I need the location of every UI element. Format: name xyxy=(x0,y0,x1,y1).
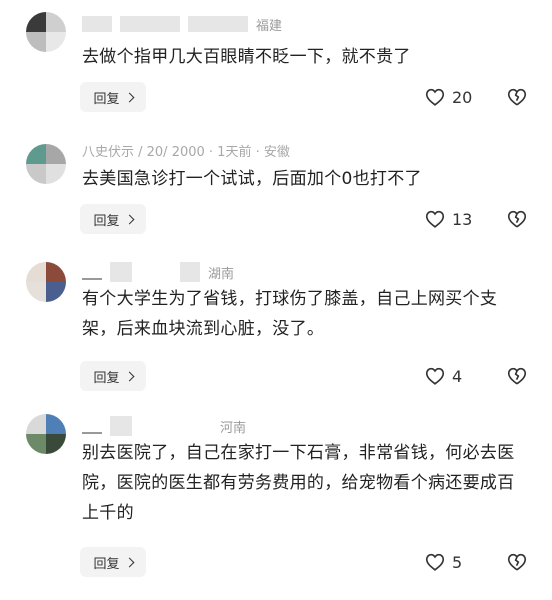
location-label: 湖南 xyxy=(208,266,235,282)
reply-label: 回复 xyxy=(93,370,120,386)
dislike-button[interactable] xyxy=(506,208,528,230)
reply-button[interactable]: 回复 xyxy=(80,82,146,112)
username-redacted xyxy=(120,16,180,32)
like-button[interactable]: 20 xyxy=(424,82,472,112)
heart-icon xyxy=(425,210,445,228)
avatar[interactable] xyxy=(26,262,66,302)
reply-button[interactable]: 回复 xyxy=(80,547,146,577)
broken-heart-icon xyxy=(507,88,527,106)
username-redacted xyxy=(110,416,132,436)
username-redacted xyxy=(188,16,248,32)
username-redacted xyxy=(110,262,132,282)
reply-button[interactable]: 回复 xyxy=(80,361,146,391)
chevron-right-icon xyxy=(124,557,134,567)
broken-heart-icon xyxy=(507,553,527,571)
like-button[interactable]: 4 xyxy=(424,361,462,391)
comment-meta: 八史伏示 / 20/ 2000 · 1天前 · 安徽 xyxy=(82,140,290,160)
location-label: 福建 xyxy=(256,18,283,34)
avatar[interactable] xyxy=(26,144,66,184)
broken-heart-icon xyxy=(507,210,527,228)
heart-icon xyxy=(425,553,445,571)
heart-icon xyxy=(425,367,445,385)
heart-icon xyxy=(425,88,445,106)
avatar[interactable] xyxy=(26,12,66,52)
chevron-right-icon xyxy=(124,371,134,381)
reply-label: 回复 xyxy=(93,556,120,572)
broken-heart-icon xyxy=(507,367,527,385)
location-label: 河南 xyxy=(220,420,247,436)
dislike-button[interactable] xyxy=(506,365,528,387)
meta-text: 八史伏示 / 20/ 2000 · 1天前 · 安徽 xyxy=(82,144,290,160)
reply-label: 回复 xyxy=(93,213,120,229)
comment-text: 去美国急诊打一个试试，后面加个0也打不了 xyxy=(82,169,422,189)
username-redacted[interactable] xyxy=(82,16,112,32)
username-redacted xyxy=(180,262,200,282)
like-count: 5 xyxy=(452,552,463,572)
chevron-right-icon xyxy=(124,214,134,224)
avatar[interactable] xyxy=(26,414,66,454)
comment-text: 别去医院了，自己在家打一下石膏，非常省钱，何必去医院，医院的医生都有劳务费用的，… xyxy=(82,443,515,523)
like-count: 20 xyxy=(452,87,473,107)
comment-meta: 河南 xyxy=(82,416,246,436)
reply-button[interactable]: 回复 xyxy=(80,204,146,234)
comment-text: 去做个指甲几大百眼睛不眨一下，就不贵了 xyxy=(82,47,411,67)
like-count: 4 xyxy=(452,366,463,386)
reply-label: 回复 xyxy=(93,91,120,107)
comment-text: 有个大学生为了省钱，打球伤了膝盖，自己上网买个支架，后来血块流到心脏，没了。 xyxy=(82,289,498,339)
like-count: 13 xyxy=(452,209,473,229)
username-redacted[interactable] xyxy=(82,278,102,280)
like-button[interactable]: 5 xyxy=(424,547,462,577)
username-redacted[interactable] xyxy=(82,432,102,434)
comment-meta: 湖南 xyxy=(82,262,234,282)
like-button[interactable]: 13 xyxy=(424,204,472,234)
chevron-right-icon xyxy=(124,92,134,102)
dislike-button[interactable] xyxy=(506,551,528,573)
comment-meta: 福建 xyxy=(82,14,282,34)
dislike-button[interactable] xyxy=(506,86,528,108)
